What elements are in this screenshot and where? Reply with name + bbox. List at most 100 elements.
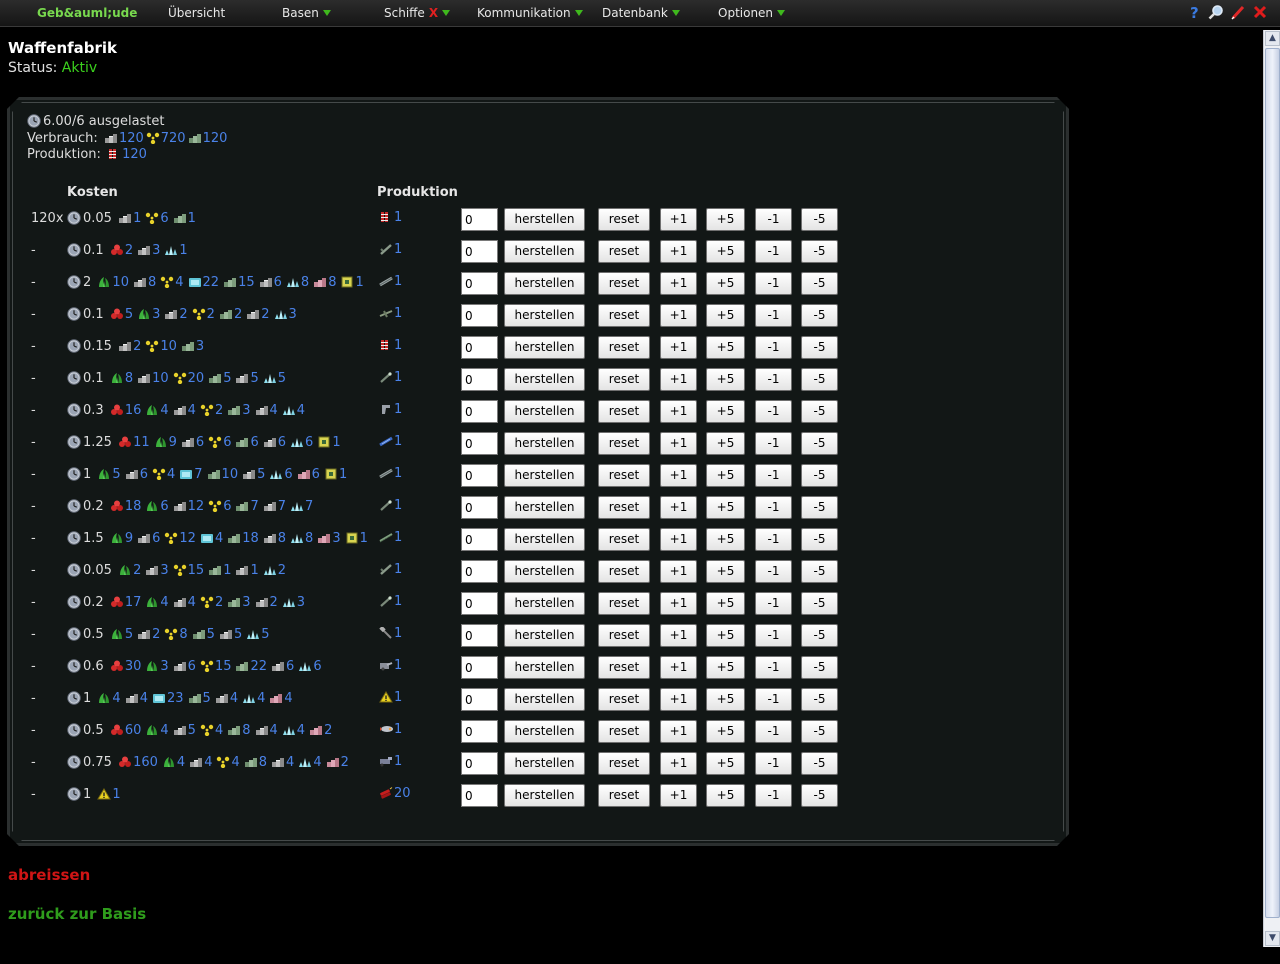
plus-one-button[interactable]: +1 xyxy=(660,592,697,615)
produce-button[interactable]: herstellen xyxy=(504,432,585,455)
produce-button[interactable]: herstellen xyxy=(504,720,585,743)
minus-one-button[interactable]: -1 xyxy=(755,688,792,711)
plus-five-button[interactable]: +5 xyxy=(706,688,745,711)
plus-one-button[interactable]: +1 xyxy=(660,336,697,359)
produce-button[interactable]: herstellen xyxy=(504,752,585,775)
reset-button[interactable]: reset xyxy=(598,560,650,583)
quantity-input[interactable] xyxy=(461,304,498,327)
minus-five-button[interactable]: -5 xyxy=(801,688,838,711)
produce-button[interactable]: herstellen xyxy=(504,496,585,519)
minus-one-button[interactable]: -1 xyxy=(755,592,792,615)
minus-five-button[interactable]: -5 xyxy=(801,624,838,647)
minus-five-button[interactable]: -5 xyxy=(801,240,838,263)
reset-button[interactable]: reset xyxy=(598,688,650,711)
minus-one-button[interactable]: -1 xyxy=(755,464,792,487)
plus-five-button[interactable]: +5 xyxy=(706,496,745,519)
minus-five-button[interactable]: -5 xyxy=(801,752,838,775)
plus-five-button[interactable]: +5 xyxy=(706,272,745,295)
plus-one-button[interactable]: +1 xyxy=(660,560,697,583)
minus-five-button[interactable]: -5 xyxy=(801,336,838,359)
produce-button[interactable]: herstellen xyxy=(504,368,585,391)
minus-five-button[interactable]: -5 xyxy=(801,720,838,743)
plus-one-button[interactable]: +1 xyxy=(660,656,697,679)
plus-one-button[interactable]: +1 xyxy=(660,304,697,327)
minus-five-button[interactable]: -5 xyxy=(801,496,838,519)
minus-one-button[interactable]: -1 xyxy=(755,560,792,583)
minus-five-button[interactable]: -5 xyxy=(801,592,838,615)
produce-button[interactable]: herstellen xyxy=(504,208,585,231)
reset-button[interactable]: reset xyxy=(598,336,650,359)
produce-button[interactable]: herstellen xyxy=(504,784,585,807)
plus-five-button[interactable]: +5 xyxy=(706,368,745,391)
minus-five-button[interactable]: -5 xyxy=(801,784,838,807)
plus-five-button[interactable]: +5 xyxy=(706,240,745,263)
reset-button[interactable]: reset xyxy=(598,240,650,263)
back-to-base-link[interactable]: zurück zur Basis xyxy=(8,905,146,923)
reset-button[interactable]: reset xyxy=(598,496,650,519)
plus-one-button[interactable]: +1 xyxy=(660,752,697,775)
plus-five-button[interactable]: +5 xyxy=(706,336,745,359)
plus-one-button[interactable]: +1 xyxy=(660,432,697,455)
demolish-link[interactable]: abreissen xyxy=(8,866,90,884)
scroll-thumb[interactable] xyxy=(1265,48,1280,918)
reset-button[interactable]: reset xyxy=(598,208,650,231)
produce-button[interactable]: herstellen xyxy=(504,304,585,327)
reset-button[interactable]: reset xyxy=(598,784,650,807)
plus-five-button[interactable]: +5 xyxy=(706,432,745,455)
minus-one-button[interactable]: -1 xyxy=(755,208,792,231)
minus-five-button[interactable]: -5 xyxy=(801,432,838,455)
plus-five-button[interactable]: +5 xyxy=(706,560,745,583)
quantity-input[interactable] xyxy=(461,528,498,551)
minus-one-button[interactable]: -1 xyxy=(755,400,792,423)
reset-button[interactable]: reset xyxy=(598,752,650,775)
produce-button[interactable]: herstellen xyxy=(504,656,585,679)
menu-buildings[interactable]: Geb&auml;ude xyxy=(37,6,137,20)
quantity-input[interactable] xyxy=(461,272,498,295)
plus-one-button[interactable]: +1 xyxy=(660,368,697,391)
plus-one-button[interactable]: +1 xyxy=(660,720,697,743)
plus-one-button[interactable]: +1 xyxy=(660,688,697,711)
quantity-input[interactable] xyxy=(461,784,498,807)
close-icon[interactable] xyxy=(1252,4,1268,20)
quantity-input[interactable] xyxy=(461,240,498,263)
menu-bases[interactable]: Basen xyxy=(282,6,331,20)
quantity-input[interactable] xyxy=(461,624,498,647)
minus-five-button[interactable]: -5 xyxy=(801,368,838,391)
vertical-scrollbar[interactable]: ▲ ▼ xyxy=(1263,30,1280,947)
produce-button[interactable]: herstellen xyxy=(504,560,585,583)
minus-five-button[interactable]: -5 xyxy=(801,304,838,327)
produce-button[interactable]: herstellen xyxy=(504,624,585,647)
reset-button[interactable]: reset xyxy=(598,656,650,679)
plus-one-button[interactable]: +1 xyxy=(660,464,697,487)
help-icon[interactable]: ? xyxy=(1186,4,1202,20)
produce-button[interactable]: herstellen xyxy=(504,592,585,615)
quantity-input[interactable] xyxy=(461,496,498,519)
reset-button[interactable]: reset xyxy=(598,304,650,327)
minus-one-button[interactable]: -1 xyxy=(755,624,792,647)
quantity-input[interactable] xyxy=(461,432,498,455)
quantity-input[interactable] xyxy=(461,720,498,743)
quantity-input[interactable] xyxy=(461,336,498,359)
quantity-input[interactable] xyxy=(461,560,498,583)
reset-button[interactable]: reset xyxy=(598,432,650,455)
reset-button[interactable]: reset xyxy=(598,368,650,391)
reset-button[interactable]: reset xyxy=(598,464,650,487)
quantity-input[interactable] xyxy=(461,656,498,679)
plus-one-button[interactable]: +1 xyxy=(660,624,697,647)
quantity-input[interactable] xyxy=(461,368,498,391)
minus-one-button[interactable]: -1 xyxy=(755,784,792,807)
produce-button[interactable]: herstellen xyxy=(504,464,585,487)
plus-one-button[interactable]: +1 xyxy=(660,496,697,519)
menu-database[interactable]: Datenbank xyxy=(602,6,680,20)
minus-one-button[interactable]: -1 xyxy=(755,752,792,775)
reset-button[interactable]: reset xyxy=(598,528,650,551)
plus-one-button[interactable]: +1 xyxy=(660,208,697,231)
minus-one-button[interactable]: -1 xyxy=(755,432,792,455)
produce-button[interactable]: herstellen xyxy=(504,272,585,295)
quantity-input[interactable] xyxy=(461,688,498,711)
plus-one-button[interactable]: +1 xyxy=(660,784,697,807)
reset-button[interactable]: reset xyxy=(598,272,650,295)
plus-five-button[interactable]: +5 xyxy=(706,624,745,647)
plus-five-button[interactable]: +5 xyxy=(706,464,745,487)
plus-one-button[interactable]: +1 xyxy=(660,400,697,423)
